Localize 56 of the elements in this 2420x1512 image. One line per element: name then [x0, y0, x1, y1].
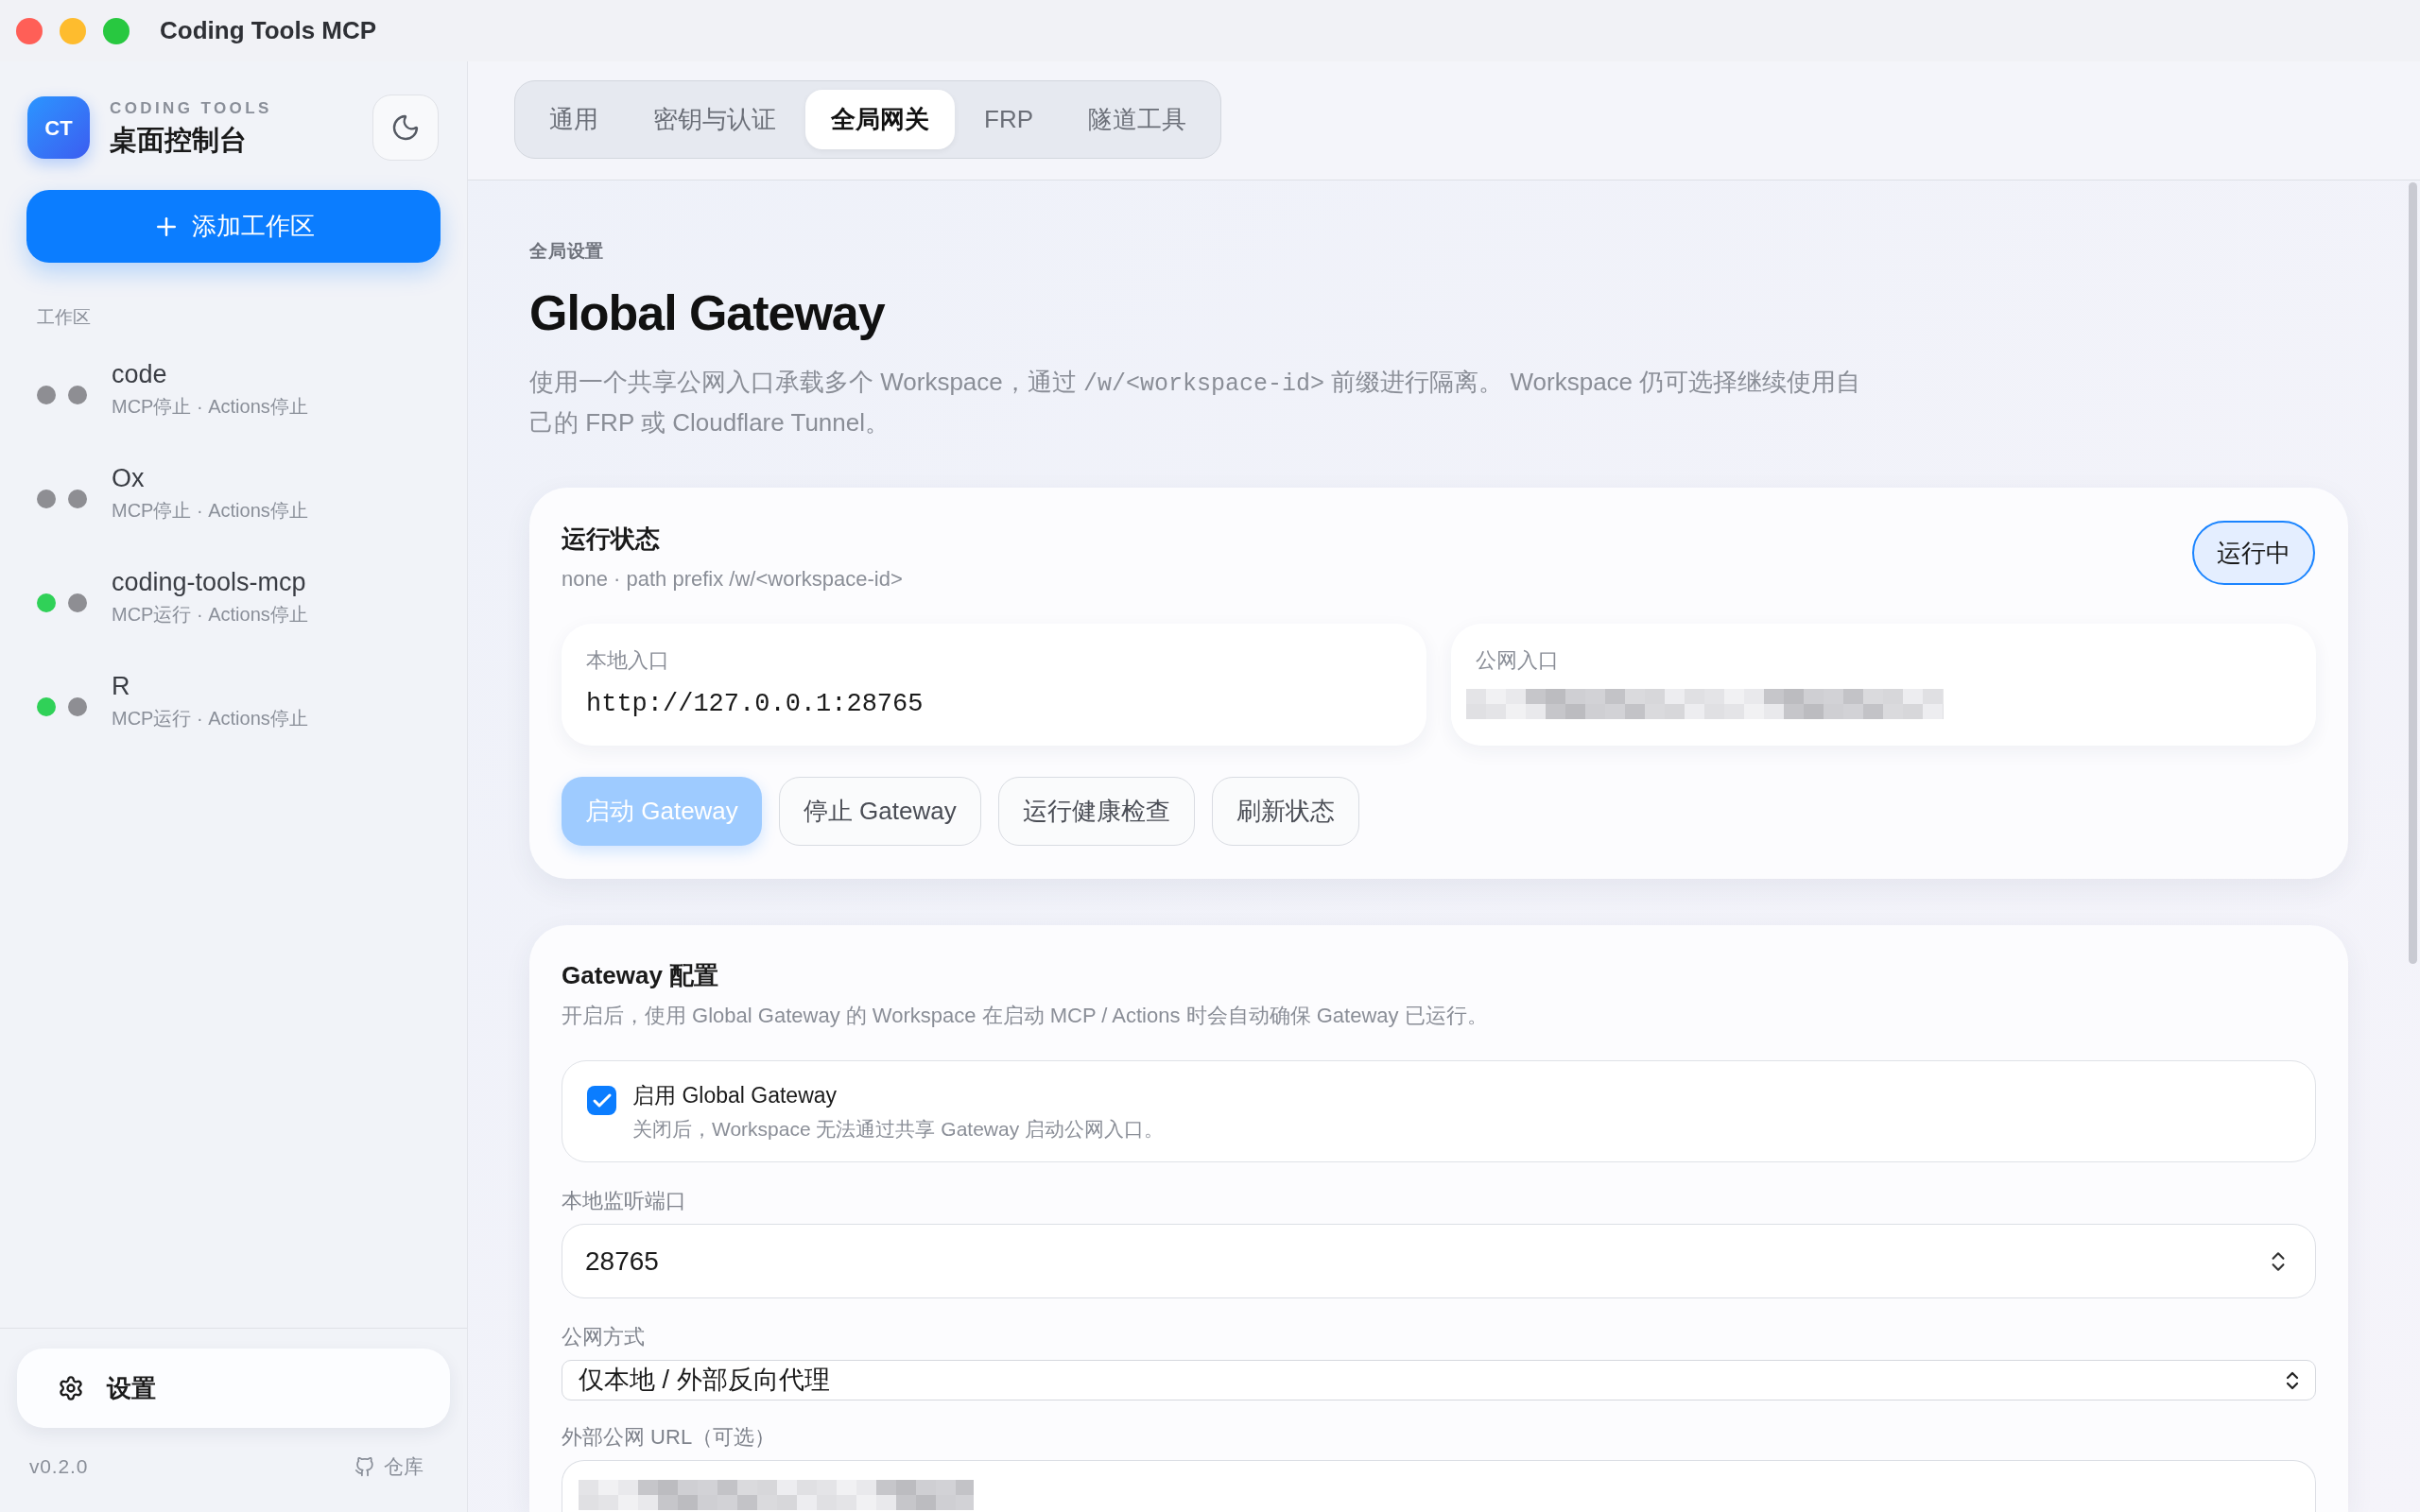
workspace-status: MCP停止 · Actions停止	[112, 499, 308, 523]
toggle-label: 启用 Global Gateway	[632, 1082, 838, 1109]
github-icon	[354, 1456, 374, 1477]
settings-button[interactable]: 设置	[17, 1349, 450, 1428]
select-field[interactable]: 仅本地 / 外部反向代理	[562, 1360, 2316, 1400]
version-label: v0.2.0	[29, 1454, 89, 1479]
close-button[interactable]	[16, 17, 43, 44]
app-logo: CT	[27, 96, 90, 159]
number-field[interactable]: 28765	[562, 1224, 2316, 1298]
workspace-item[interactable]: code MCP停止 · Actions停止	[0, 336, 467, 440]
checkbox[interactable]	[587, 1086, 616, 1115]
card-subtitle: none · path prefix /w/<workspace-id>	[562, 566, 903, 593]
maximize-button[interactable]	[103, 17, 130, 44]
settings-icon	[58, 1375, 84, 1401]
field-label: 本地监听端口	[562, 1188, 687, 1214]
action-button[interactable]: 运行健康检查	[997, 777, 1195, 846]
tab[interactable]: 通用	[524, 90, 624, 149]
brand-title: 桌面控制台	[110, 123, 248, 157]
add-workspace-button[interactable]: 添加工作区	[26, 190, 441, 263]
section-label: 工作区	[37, 306, 92, 329]
workspace-name: code	[112, 359, 168, 390]
tab[interactable]: 密钥与认证	[628, 90, 802, 149]
card-title: 运行状态	[562, 524, 661, 554]
page-title: Global Gateway	[529, 284, 887, 342]
theme-toggle-button[interactable]	[372, 94, 439, 161]
field-label: 外部公网 URL（可选）	[562, 1424, 777, 1451]
entry-label: 本地入口	[586, 647, 670, 674]
workspace-status: MCP停止 · Actions停止	[112, 395, 308, 419]
window-title: Coding Tools MCP	[160, 15, 377, 46]
page-eyebrow: 全局设置	[529, 240, 606, 263]
card-title: Gateway 配置	[562, 960, 720, 990]
card-description: 开启后，使用 Global Gateway 的 Workspace 在启动 MCP / Actions 时会自动确保 Gateway 已运行。	[562, 1003, 1489, 1029]
workspace-item[interactable]: Ox MCP停止 · Actions停止	[0, 440, 467, 544]
tab[interactable]: 隧道工具	[1063, 90, 1212, 149]
url-field[interactable]	[562, 1460, 2316, 1512]
action-button[interactable]: 刷新状态	[1211, 777, 1359, 846]
entry-label: 公网入口	[1476, 647, 1560, 674]
workspace-name: R	[112, 671, 131, 702]
workspace-item[interactable]: R MCP运行 · Actions停止	[0, 648, 467, 752]
field-label: 公网方式	[562, 1324, 646, 1350]
scrollbar-thumb[interactable]	[2409, 182, 2417, 964]
workspace-item[interactable]: coding-tools-mcp MCP运行 · Actions停止	[0, 544, 467, 648]
entry-value: http://127.0.0.1:28765	[586, 689, 925, 720]
brand-eyebrow: CODING TOOLS	[110, 97, 273, 119]
tab[interactable]: 全局网关	[805, 90, 955, 149]
toggle-hint: 关闭后，Workspace 无法通过共享 Gateway 启动公网入口。	[632, 1117, 1165, 1142]
minimize-button[interactable]	[60, 17, 86, 44]
status-badge: 运行中	[2192, 521, 2315, 585]
moon-icon	[390, 112, 421, 143]
workspace-name: Ox	[112, 463, 146, 494]
workspace-status: MCP运行 · Actions停止	[112, 603, 308, 627]
tab[interactable]: FRP	[959, 90, 1059, 149]
page-description: 使用一个共享公网入口承载多个 Workspace，通过 /w/<workspace-id> 前缀进行隔离。 Workspace 仍可选择继续使用自己的 FRP 或 Cloudflare Tunnel。	[529, 367, 1862, 438]
workspace-status: MCP运行 · Actions停止	[112, 707, 308, 730]
action-button[interactable]: 停止 Gateway	[778, 777, 981, 846]
workspace-name: coding-tools-mcp	[112, 567, 307, 598]
